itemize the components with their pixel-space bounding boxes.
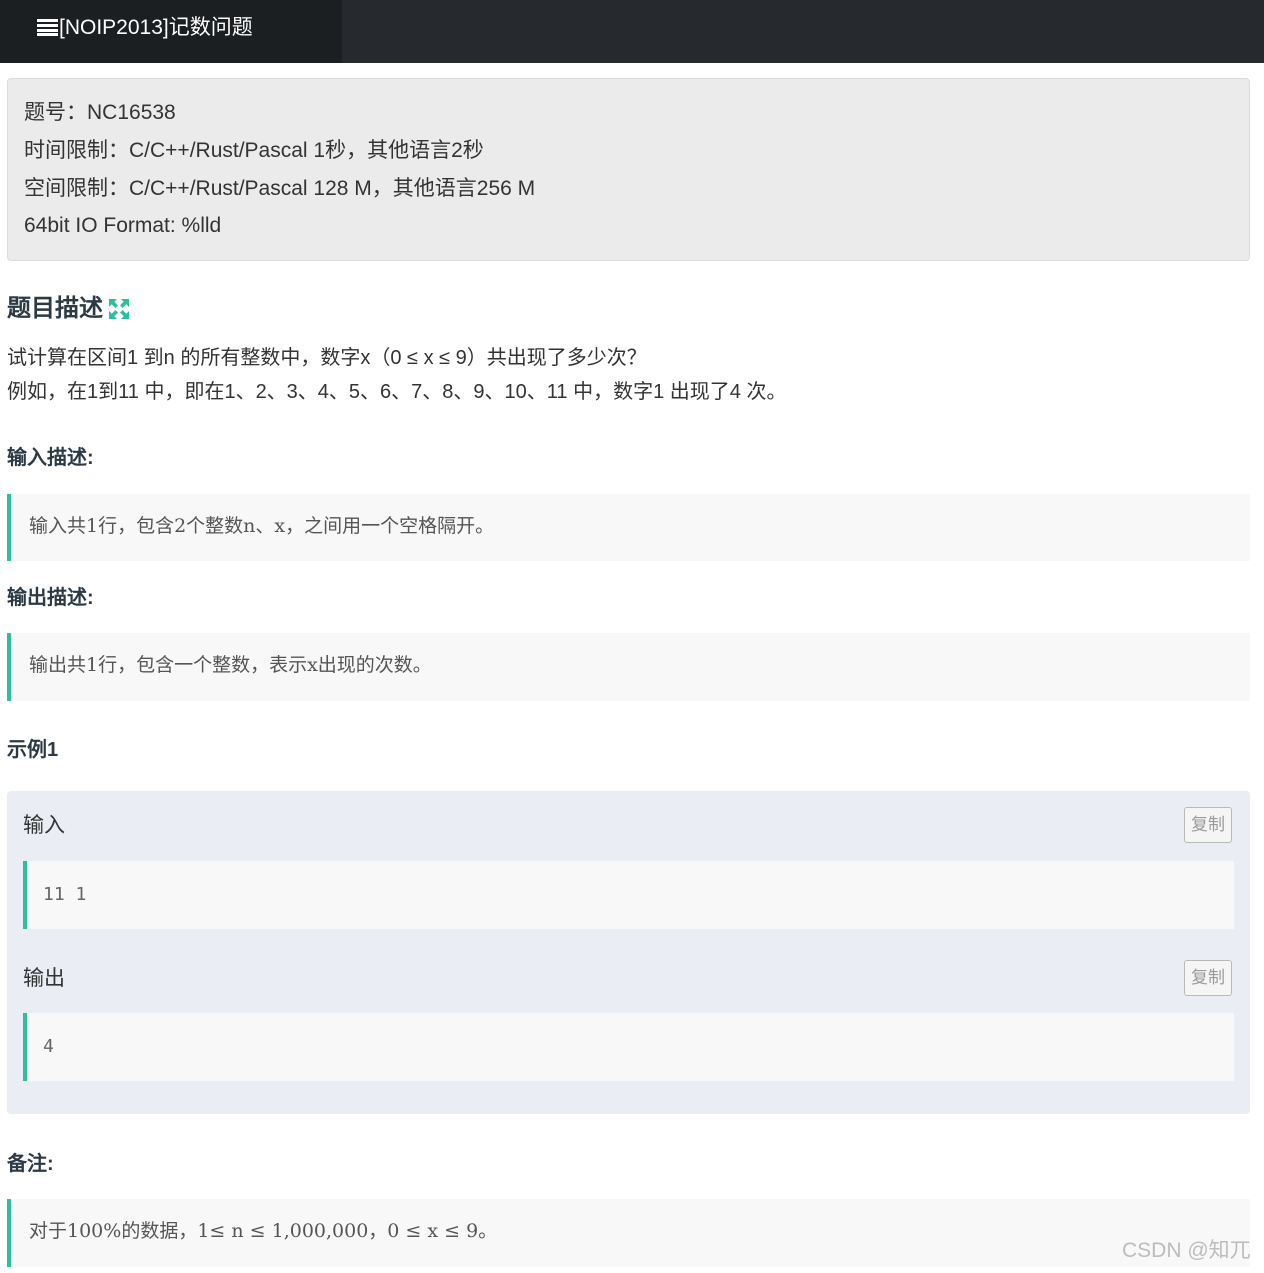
top-bar: [NOIP2013]记数问题 [0, 0, 1264, 63]
problem-title-tab[interactable]: [NOIP2013]记数问题 [0, 0, 342, 63]
copy-input-button[interactable]: 复制 [1184, 807, 1232, 843]
sample-output-label: 输出 [23, 967, 65, 990]
time-limit: 时间限制：C/C++/Rust/Pascal 1秒，其他语言2秒 [24, 139, 484, 162]
description-heading: 题目描述 [7, 295, 103, 322]
io-format: 64bit IO Format: %lld [24, 214, 222, 237]
description-line-2: 例如，在1到11 中，即在1、2、3、4、5、6、7、8、9、10、11 中，数… [7, 381, 787, 403]
sample-input-label: 输入 [23, 814, 65, 837]
sample-heading: 示例1 [7, 739, 59, 761]
output-description-heading: 输出描述: [7, 587, 94, 609]
copy-output-button[interactable]: 复制 [1184, 960, 1232, 996]
problem-id: 题号：NC16538 [24, 101, 176, 124]
note-text: 对于100%的数据，1≤ n ≤ 1,000,000，0 ≤ x ≤ 9。 [29, 1220, 498, 1242]
output-description-text: 输出共1行，包含一个整数，表示x出现的次数。 [29, 654, 432, 676]
note-block: 对于100%的数据，1≤ n ≤ 1,000,000，0 ≤ x ≤ 9。 [7, 1199, 1250, 1267]
sample-panel: 输入 复制 11 1 输出 复制 4 [7, 791, 1250, 1114]
input-description-heading: 输入描述: [7, 447, 94, 469]
input-description-text: 输入共1行，包含2个整数n、x，之间用一个空格隔开。 [29, 515, 495, 537]
output-description-block: 输出共1行，包含一个整数，表示x出现的次数。 [7, 633, 1250, 701]
watermark: CSDN @知兀 [1122, 1239, 1251, 1262]
list-icon [37, 19, 58, 36]
sample-input-block[interactable]: 11 1 [23, 861, 1234, 929]
input-description-block: 输入共1行，包含2个整数n、x，之间用一个空格隔开。 [7, 494, 1250, 561]
note-heading: 备注: [7, 1153, 54, 1175]
problem-title: [NOIP2013]记数问题 [59, 16, 253, 39]
expand-icon[interactable] [109, 299, 129, 319]
sample-input-value: 11 1 [43, 884, 87, 905]
sample-output-block[interactable]: 4 [23, 1013, 1234, 1081]
memory-limit: 空间限制：C/C++/Rust/Pascal 128 M，其他语言256 M [24, 177, 536, 200]
sample-output-value: 4 [43, 1036, 54, 1057]
problem-info-panel: 题号：NC16538 时间限制：C/C++/Rust/Pascal 1秒，其他语… [7, 78, 1250, 261]
description-line-1: 试计算在区间1 到n 的所有整数中，数字x（0 ≤ x ≤ 9）共出现了多少次？ [7, 347, 647, 369]
